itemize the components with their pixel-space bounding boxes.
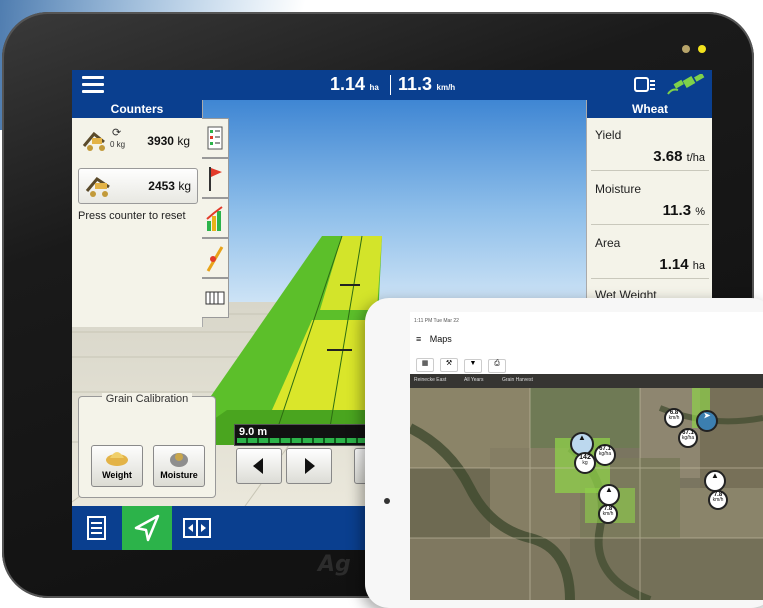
- area-label: Area: [595, 236, 621, 250]
- map-marker[interactable]: 67.1 kg/ha: [678, 428, 698, 448]
- maps-toolbar: ▦ ⚒ ▼ ⎙: [416, 352, 506, 373]
- crop-panel: Wheat Yield 3.68 t/ha Moisture 11.3 % Ar…: [586, 100, 712, 302]
- status-bar: 1.14 ha 11.3 km/h: [72, 70, 712, 100]
- navigation-icon: [134, 514, 160, 542]
- map-marker[interactable]: 7.8 km/h: [708, 490, 728, 510]
- counter-sub: 0 kg: [110, 140, 126, 149]
- menu-icon[interactable]: ≡: [416, 334, 421, 344]
- harvester-icon: [82, 131, 105, 151]
- filter-field[interactable]: Reinecke East: [414, 377, 446, 383]
- split-view-button[interactable]: [172, 506, 222, 550]
- divider: [390, 75, 391, 95]
- filter-operation[interactable]: Grain Harvest: [502, 377, 533, 383]
- ipad-status-time: 1:11 PM Tue Mar 22: [414, 318, 459, 324]
- moisture-label: Moisture: [160, 470, 198, 480]
- counter-load[interactable]: 2453 kg: [78, 168, 198, 204]
- guidance-icon: [206, 246, 224, 272]
- arrow-left-icon: [253, 458, 263, 474]
- vehicle-marker[interactable]: ▲: [598, 484, 620, 506]
- moisture-label: Moisture: [595, 182, 642, 196]
- camera-icon[interactable]: [634, 77, 656, 93]
- counters-panel: Counters ⟳ 0 kg 3930 kg 2453 kg Press co…: [72, 100, 203, 327]
- area-value: 1.14: [330, 74, 366, 94]
- ipad-screen: 1:11 PM Tue Mar 22 ≡ Maps ▦ ⚒ ▼ ⎙ Reinecke …: [410, 312, 763, 600]
- map-marker[interactable]: 67.1 kg/ha: [594, 444, 616, 466]
- vehicle-marker[interactable]: ➤: [696, 410, 718, 432]
- gps-satellite-icon[interactable]: [666, 74, 706, 96]
- brand-logo: Ag: [318, 552, 351, 577]
- area-unit: ha: [369, 83, 379, 92]
- counters-title: Counters: [72, 100, 202, 118]
- speed-value: 11.3: [398, 74, 433, 94]
- layers-icon[interactable]: ▦: [416, 358, 434, 372]
- print-icon[interactable]: ⎙: [488, 359, 506, 373]
- filter-icon[interactable]: ▼: [464, 359, 482, 373]
- navigation-button[interactable]: [122, 506, 172, 550]
- weight-label: Weight: [102, 470, 132, 480]
- chart-button[interactable]: [202, 198, 229, 238]
- yield-label: Yield: [595, 128, 622, 142]
- reset-hint: Press counter to reset: [78, 210, 186, 222]
- sections-button[interactable]: [202, 278, 229, 318]
- divider: [591, 278, 709, 279]
- divider: [591, 224, 709, 225]
- lightbar-strip: 9.0 m: [234, 424, 372, 446]
- yield-value: 3.68 t/ha: [653, 148, 705, 165]
- divider: [591, 170, 709, 171]
- aerial-map[interactable]: Reinecke East All Years Grain Harvest 6.…: [410, 374, 763, 600]
- ipad-camera: [384, 498, 390, 504]
- checklist-button[interactable]: [202, 118, 229, 158]
- counter-value: 2453 kg: [148, 179, 191, 193]
- chart-icon: [206, 206, 223, 231]
- maps-title: Maps: [429, 334, 452, 344]
- led-indicator: [682, 45, 690, 53]
- crop-title: Wheat: [587, 100, 712, 118]
- refresh-icon: ⟳: [112, 127, 122, 139]
- vehicle-marker[interactable]: ▲: [704, 470, 726, 492]
- grain-cart-icon: [85, 177, 110, 197]
- grain-calibration-title: Grain Calibration: [79, 389, 215, 407]
- area-readout: 1.14 ha: [330, 74, 379, 95]
- lightbar-distance: 9.0 m: [239, 426, 268, 438]
- nudge-right-button[interactable]: [286, 448, 332, 484]
- tools-icon[interactable]: ⚒: [440, 358, 458, 372]
- document-button[interactable]: [72, 506, 122, 550]
- counter-total[interactable]: ⟳ 0 kg 3930 kg: [78, 124, 196, 158]
- weight-icon: [106, 452, 128, 466]
- weight-button[interactable]: Weight: [91, 445, 143, 487]
- maps-header: ≡ Maps: [416, 334, 452, 344]
- status-leds: [682, 40, 714, 58]
- filter-years[interactable]: All Years: [464, 377, 483, 383]
- menu-icon[interactable]: [82, 76, 104, 94]
- map-marker[interactable]: 6.8 km/h: [664, 408, 684, 428]
- counter-value: 3930 kg: [147, 134, 190, 148]
- map-marker[interactable]: 142 kg: [574, 452, 596, 474]
- moisture-button[interactable]: Moisture: [153, 445, 205, 487]
- map-marker[interactable]: 7.8 km/h: [598, 504, 618, 524]
- moisture-icon: [170, 453, 188, 467]
- nudge-left-button[interactable]: [236, 448, 282, 484]
- document-icon: [87, 516, 106, 540]
- grain-calibration-panel: Grain Calibration Weight Moisture: [78, 393, 216, 498]
- moisture-value: 11.3 %: [662, 202, 705, 219]
- flag-button[interactable]: [202, 158, 229, 198]
- flag-icon: [209, 167, 222, 191]
- speed-unit: km/h: [436, 83, 456, 92]
- arrow-right-icon: [305, 458, 315, 474]
- led-indicator: [698, 45, 706, 53]
- area-stat-value: 1.14 ha: [659, 256, 705, 273]
- split-view-icon: [183, 518, 211, 538]
- speed-readout: 11.3 km/h: [398, 74, 455, 95]
- map-filter-bar: Reinecke East All Years Grain Harvest: [410, 374, 763, 388]
- lightbar: 9.0 m: [232, 422, 374, 484]
- sections-icon: [205, 291, 225, 305]
- guidance-button[interactable]: [202, 238, 229, 278]
